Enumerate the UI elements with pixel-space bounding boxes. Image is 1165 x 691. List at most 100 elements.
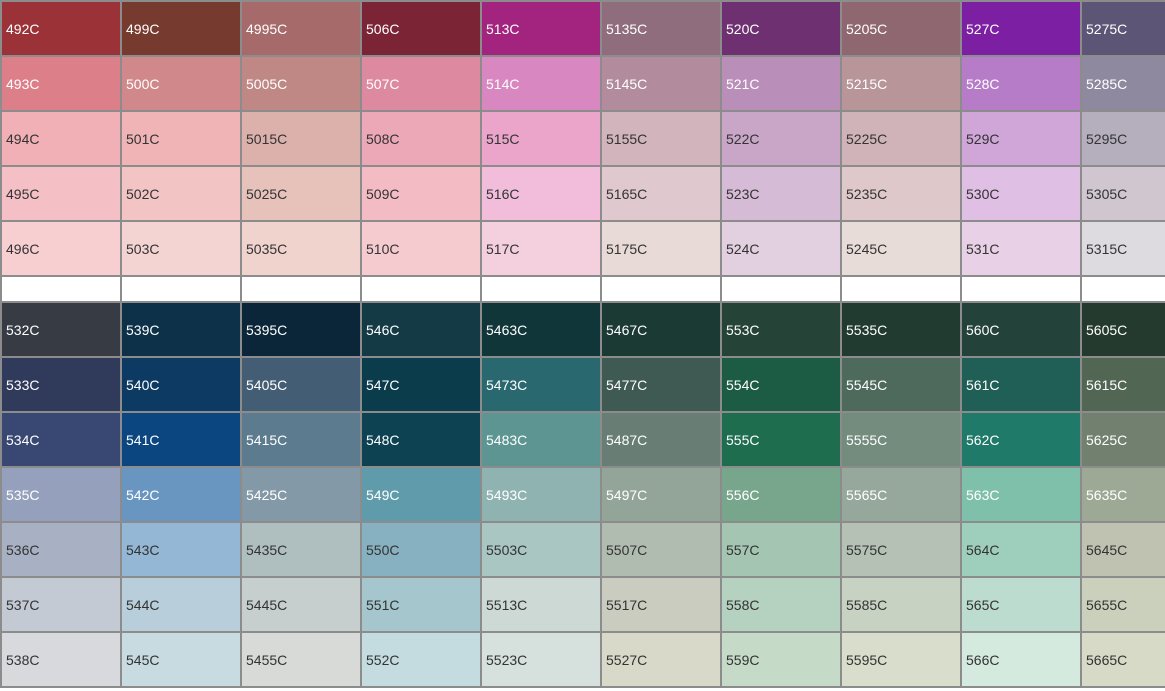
color-swatch-548c: 548C [362,413,480,466]
color-swatch-502c: 502C [122,167,240,220]
color-swatch-5527c: 5527C [602,633,720,686]
swatch-row: 493C 500C 5005C 507C 514C 5145C 521C 5215C 528C 5… [2,57,1165,110]
color-swatch-564c: 564C [962,523,1080,576]
color-swatch-520c: 520C [722,2,840,55]
swatch-row: 496C 503C 5035C 510C 517C 5175C 524C 5245C 531C 5… [2,222,1165,275]
color-swatch-533c: 533C [2,358,120,411]
color-swatch-527c: 527C [962,2,1080,55]
color-swatch-5035c: 5035C [242,222,360,275]
color-swatch-5395c: 5395C [242,303,360,356]
color-swatch-506c: 506C [362,2,480,55]
color-swatch-5155c: 5155C [602,112,720,165]
color-swatch-5015c: 5015C [242,112,360,165]
color-swatch-509c: 509C [362,167,480,220]
color-swatch-5625c: 5625C [1082,413,1165,466]
color-swatch-5025c: 5025C [242,167,360,220]
color-swatch-5487c: 5487C [602,413,720,466]
color-swatch-517c: 517C [482,222,600,275]
color-swatch-5513c: 5513C [482,578,600,631]
color-swatch-516c: 516C [482,167,600,220]
color-swatch-5415c: 5415C [242,413,360,466]
color-swatch-5575c: 5575C [842,523,960,576]
color-swatch-493c: 493C [2,57,120,110]
swatch-grid-body: 492C 499C 4995C 506C 513C 5135C 520C 5205C 527C 5… [2,2,1165,686]
color-swatch-5555c: 5555C [842,413,960,466]
color-swatch-5507c: 5507C [602,523,720,576]
color-swatch-496c: 496C [2,222,120,275]
color-swatch-5535c: 5535C [842,303,960,356]
color-swatch-544c: 544C [122,578,240,631]
color-swatch-5655c: 5655C [1082,578,1165,631]
color-swatch-531c: 531C [962,222,1080,275]
color-swatch-558c: 558C [722,578,840,631]
color-swatch-514c: 514C [482,57,600,110]
swatch-row: 538C 545C 5455C 552C 5523C 5527C 559C 5595C 566C… [2,633,1165,686]
color-swatch-5315c: 5315C [1082,222,1165,275]
color-swatch-5225c: 5225C [842,112,960,165]
color-swatch-5175c: 5175C [602,222,720,275]
color-swatch-5477c: 5477C [602,358,720,411]
color-swatch-507c: 507C [362,57,480,110]
color-swatch-5455c: 5455C [242,633,360,686]
color-swatch-4995c: 4995C [242,2,360,55]
color-swatch-495c: 495C [2,167,120,220]
color-swatch-5405c: 5405C [242,358,360,411]
color-swatch-5517c: 5517C [602,578,720,631]
color-swatch-5615c: 5615C [1082,358,1165,411]
color-swatch-5665c: 5665C [1082,633,1165,686]
swatch-row: 494C 501C 5015C 508C 515C 5155C 522C 5225C 529C 5… [2,112,1165,165]
color-swatch-542c: 542C [122,468,240,521]
color-swatch-566c: 566C [962,633,1080,686]
color-swatch-521c: 521C [722,57,840,110]
color-swatch-532c: 532C [2,303,120,356]
color-swatch-554c: 554C [722,358,840,411]
color-swatch-522c: 522C [722,112,840,165]
color-swatch-5585c: 5585C [842,578,960,631]
spacer-cell [842,277,960,301]
color-swatch-5645c: 5645C [1082,523,1165,576]
color-swatch-5145c: 5145C [602,57,720,110]
color-swatch-500c: 500C [122,57,240,110]
color-swatch-5605c: 5605C [1082,303,1165,356]
color-swatch-530c: 530C [962,167,1080,220]
color-swatch-543c: 543C [122,523,240,576]
color-swatch-546c: 546C [362,303,480,356]
color-swatch-545c: 545C [122,633,240,686]
color-swatch-5445c: 5445C [242,578,360,631]
color-swatch-513c: 513C [482,2,600,55]
color-swatch-549c: 549C [362,468,480,521]
color-swatch-5483c: 5483C [482,413,600,466]
swatch-row: 535C 542C 5425C 549C 5493C 5497C 556C 5565C 563C… [2,468,1165,521]
color-swatch-5467c: 5467C [602,303,720,356]
swatch-row: 537C 544C 5445C 551C 5513C 5517C 558C 5585C 565C… [2,578,1165,631]
color-swatch-499c: 499C [122,2,240,55]
color-swatch-5463c: 5463C [482,303,600,356]
color-swatch-5595c: 5595C [842,633,960,686]
color-swatch-508c: 508C [362,112,480,165]
color-swatch-524c: 524C [722,222,840,275]
color-swatch-551c: 551C [362,578,480,631]
spacer-cell [602,277,720,301]
color-swatch-5435c: 5435C [242,523,360,576]
swatch-row: 492C 499C 4995C 506C 513C 5135C 520C 5205C 527C 5… [2,2,1165,55]
spacer-cell [1082,277,1165,301]
swatch-row: 495C 502C 5025C 509C 516C 5165C 523C 5235C 530C 5… [2,167,1165,220]
color-swatch-5545c: 5545C [842,358,960,411]
color-swatch-5305c: 5305C [1082,167,1165,220]
color-swatch-557c: 557C [722,523,840,576]
color-swatch-536c: 536C [2,523,120,576]
spacer-cell [362,277,480,301]
swatch-row: 534C 541C 5415C 548C 5483C 5487C 555C 5555C 562C… [2,413,1165,466]
color-swatch-494c: 494C [2,112,120,165]
color-swatch-556c: 556C [722,468,840,521]
swatch-row: 533C 540C 5405C 547C 5473C 5477C 554C 5545C 561C… [2,358,1165,411]
color-swatch-553c: 553C [722,303,840,356]
color-swatch-5235c: 5235C [842,167,960,220]
swatch-row: 536C 543C 5435C 550C 5503C 5507C 557C 5575C 564C… [2,523,1165,576]
swatch-row: 532C 539C 5395C 546C 5463C 5467C 553C 5535C 560C… [2,303,1165,356]
color-swatch-535c: 535C [2,468,120,521]
color-swatch-5135c: 5135C [602,2,720,55]
color-swatch-547c: 547C [362,358,480,411]
section-spacer-row [2,277,1165,301]
color-swatch-515c: 515C [482,112,600,165]
